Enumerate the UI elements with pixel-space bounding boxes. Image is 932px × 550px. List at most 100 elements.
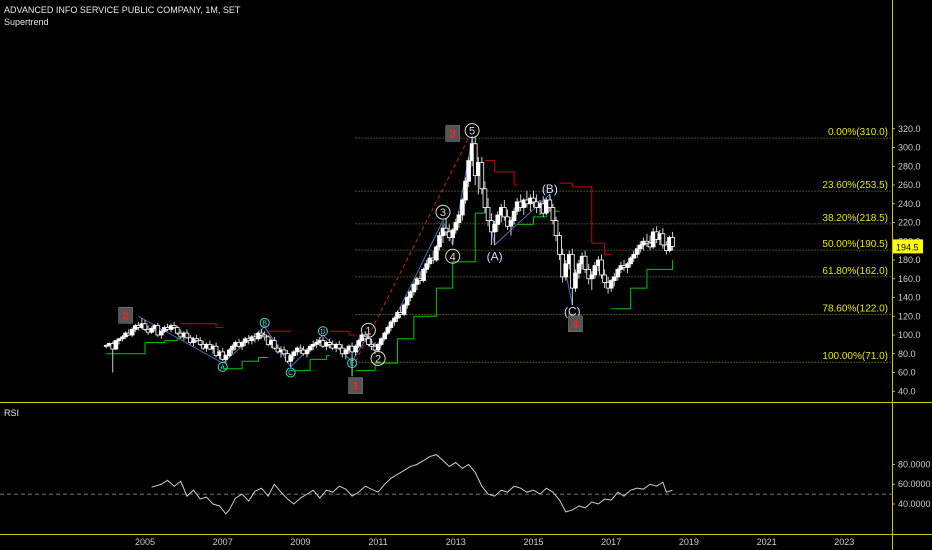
candle xyxy=(443,227,449,233)
candle xyxy=(385,327,391,334)
candle xyxy=(424,263,429,270)
candle xyxy=(670,237,675,247)
candle xyxy=(608,280,614,289)
candle xyxy=(485,207,491,222)
x-tick-label: 2023 xyxy=(834,537,854,547)
marker-label: 2 xyxy=(123,310,129,322)
elliott-wave-lines xyxy=(138,137,573,368)
wave-impulse-line xyxy=(138,138,473,368)
candle xyxy=(466,160,471,182)
candle xyxy=(356,340,361,347)
supertrend-segment xyxy=(145,340,165,343)
y-tick-label: 180.0 xyxy=(898,255,921,265)
rsi-line xyxy=(151,454,673,515)
candle xyxy=(223,355,229,360)
candle xyxy=(227,349,232,357)
wave-label: C xyxy=(288,370,293,377)
y-tick-label: 140.0 xyxy=(898,293,921,303)
wave-label: 5 xyxy=(469,126,475,138)
wave-label: A xyxy=(220,364,225,371)
candle xyxy=(197,340,203,345)
marker-label: 4 xyxy=(572,319,579,331)
candle xyxy=(453,222,459,231)
supertrend-segment xyxy=(242,357,259,362)
fib-label: 50.00%(190.5) xyxy=(822,239,888,250)
fib-label: 23.60%(253.5) xyxy=(822,180,888,191)
candle xyxy=(401,304,407,315)
candle xyxy=(599,259,604,276)
x-tick-label: 2009 xyxy=(290,537,310,547)
candle xyxy=(592,265,598,276)
candle xyxy=(149,328,154,333)
candle xyxy=(388,321,394,328)
y-tick-label: 280.0 xyxy=(898,161,921,171)
wave-label: 2 xyxy=(375,353,381,365)
candle xyxy=(550,207,556,222)
candle xyxy=(625,263,630,268)
candle xyxy=(631,253,637,259)
candle xyxy=(281,349,287,355)
candle xyxy=(563,263,569,278)
candle xyxy=(288,355,293,362)
wave-label: D xyxy=(320,329,325,336)
y-tick-label: 40.0 xyxy=(898,386,916,396)
candle xyxy=(634,248,640,255)
supertrend-segment xyxy=(203,323,217,328)
marker-label: 3 xyxy=(450,128,456,140)
candle xyxy=(307,345,313,351)
candle xyxy=(460,199,465,216)
axes[interactable]: 40.0 60.0 80.0 100.0 120.0 140.0 160.0 180.0 200… xyxy=(0,0,932,550)
candle xyxy=(434,246,439,261)
rsi-y-tick-label: 80.0000 xyxy=(898,459,931,469)
candle xyxy=(159,330,164,336)
y-tick-label: 320.0 xyxy=(898,124,921,134)
supertrend-segment xyxy=(329,330,350,335)
wave-label: 1 xyxy=(365,325,371,337)
candle xyxy=(495,214,501,225)
fib-label: 38.20%(218.5) xyxy=(822,213,888,224)
candle xyxy=(174,327,180,334)
candle xyxy=(343,349,349,355)
candle xyxy=(511,210,517,222)
y-tick-label: 160.0 xyxy=(898,274,921,284)
candle xyxy=(479,162,485,190)
candle xyxy=(239,342,245,347)
candle xyxy=(304,349,310,355)
supertrend-segment xyxy=(125,342,146,355)
y-tick-label: 100.0 xyxy=(898,330,921,340)
candle xyxy=(450,229,455,238)
y-tick-label: 260.0 xyxy=(898,180,921,190)
candle xyxy=(628,257,633,265)
y-tick-label: 80.0 xyxy=(898,349,916,359)
x-tick-label: 2005 xyxy=(135,537,155,547)
wave-labels: 12345(A)(B)(C)ABCDE2134 xyxy=(118,123,583,394)
fib-label: 100.00%(71.0) xyxy=(822,351,888,362)
supertrend-segment xyxy=(484,160,496,172)
x-tick-label: 2013 xyxy=(446,537,466,547)
supertrend-segment xyxy=(494,171,515,185)
marker-label: 1 xyxy=(353,381,359,393)
wave-label: (A) xyxy=(487,249,503,263)
fib-label: 78.60%(122.0) xyxy=(822,303,888,314)
candlestick-series xyxy=(103,136,675,377)
supertrend-segment xyxy=(572,186,593,244)
candle xyxy=(353,345,358,353)
supertrend-segment xyxy=(646,260,674,270)
candle xyxy=(615,268,621,278)
y-tick-label: 220.0 xyxy=(898,218,921,228)
candle xyxy=(404,297,410,306)
candle xyxy=(582,255,588,270)
candle xyxy=(272,340,277,349)
wave-label: B xyxy=(262,320,267,327)
candle xyxy=(660,233,666,246)
rsi-y-tick-label: 40.0000 xyxy=(898,499,931,509)
candle xyxy=(336,343,342,349)
rsi-y-tick-label: 60.0000 xyxy=(898,479,931,489)
candle xyxy=(553,220,559,237)
wave-label: E xyxy=(350,361,355,368)
candle xyxy=(638,244,643,250)
supertrend-segment xyxy=(611,288,632,310)
chart-canvas[interactable]: 0.00%(310.0) 23.60%(253.5) 38.20%(218.5) 50… xyxy=(0,0,932,550)
candle xyxy=(142,323,148,330)
supertrend-segment xyxy=(591,242,606,255)
